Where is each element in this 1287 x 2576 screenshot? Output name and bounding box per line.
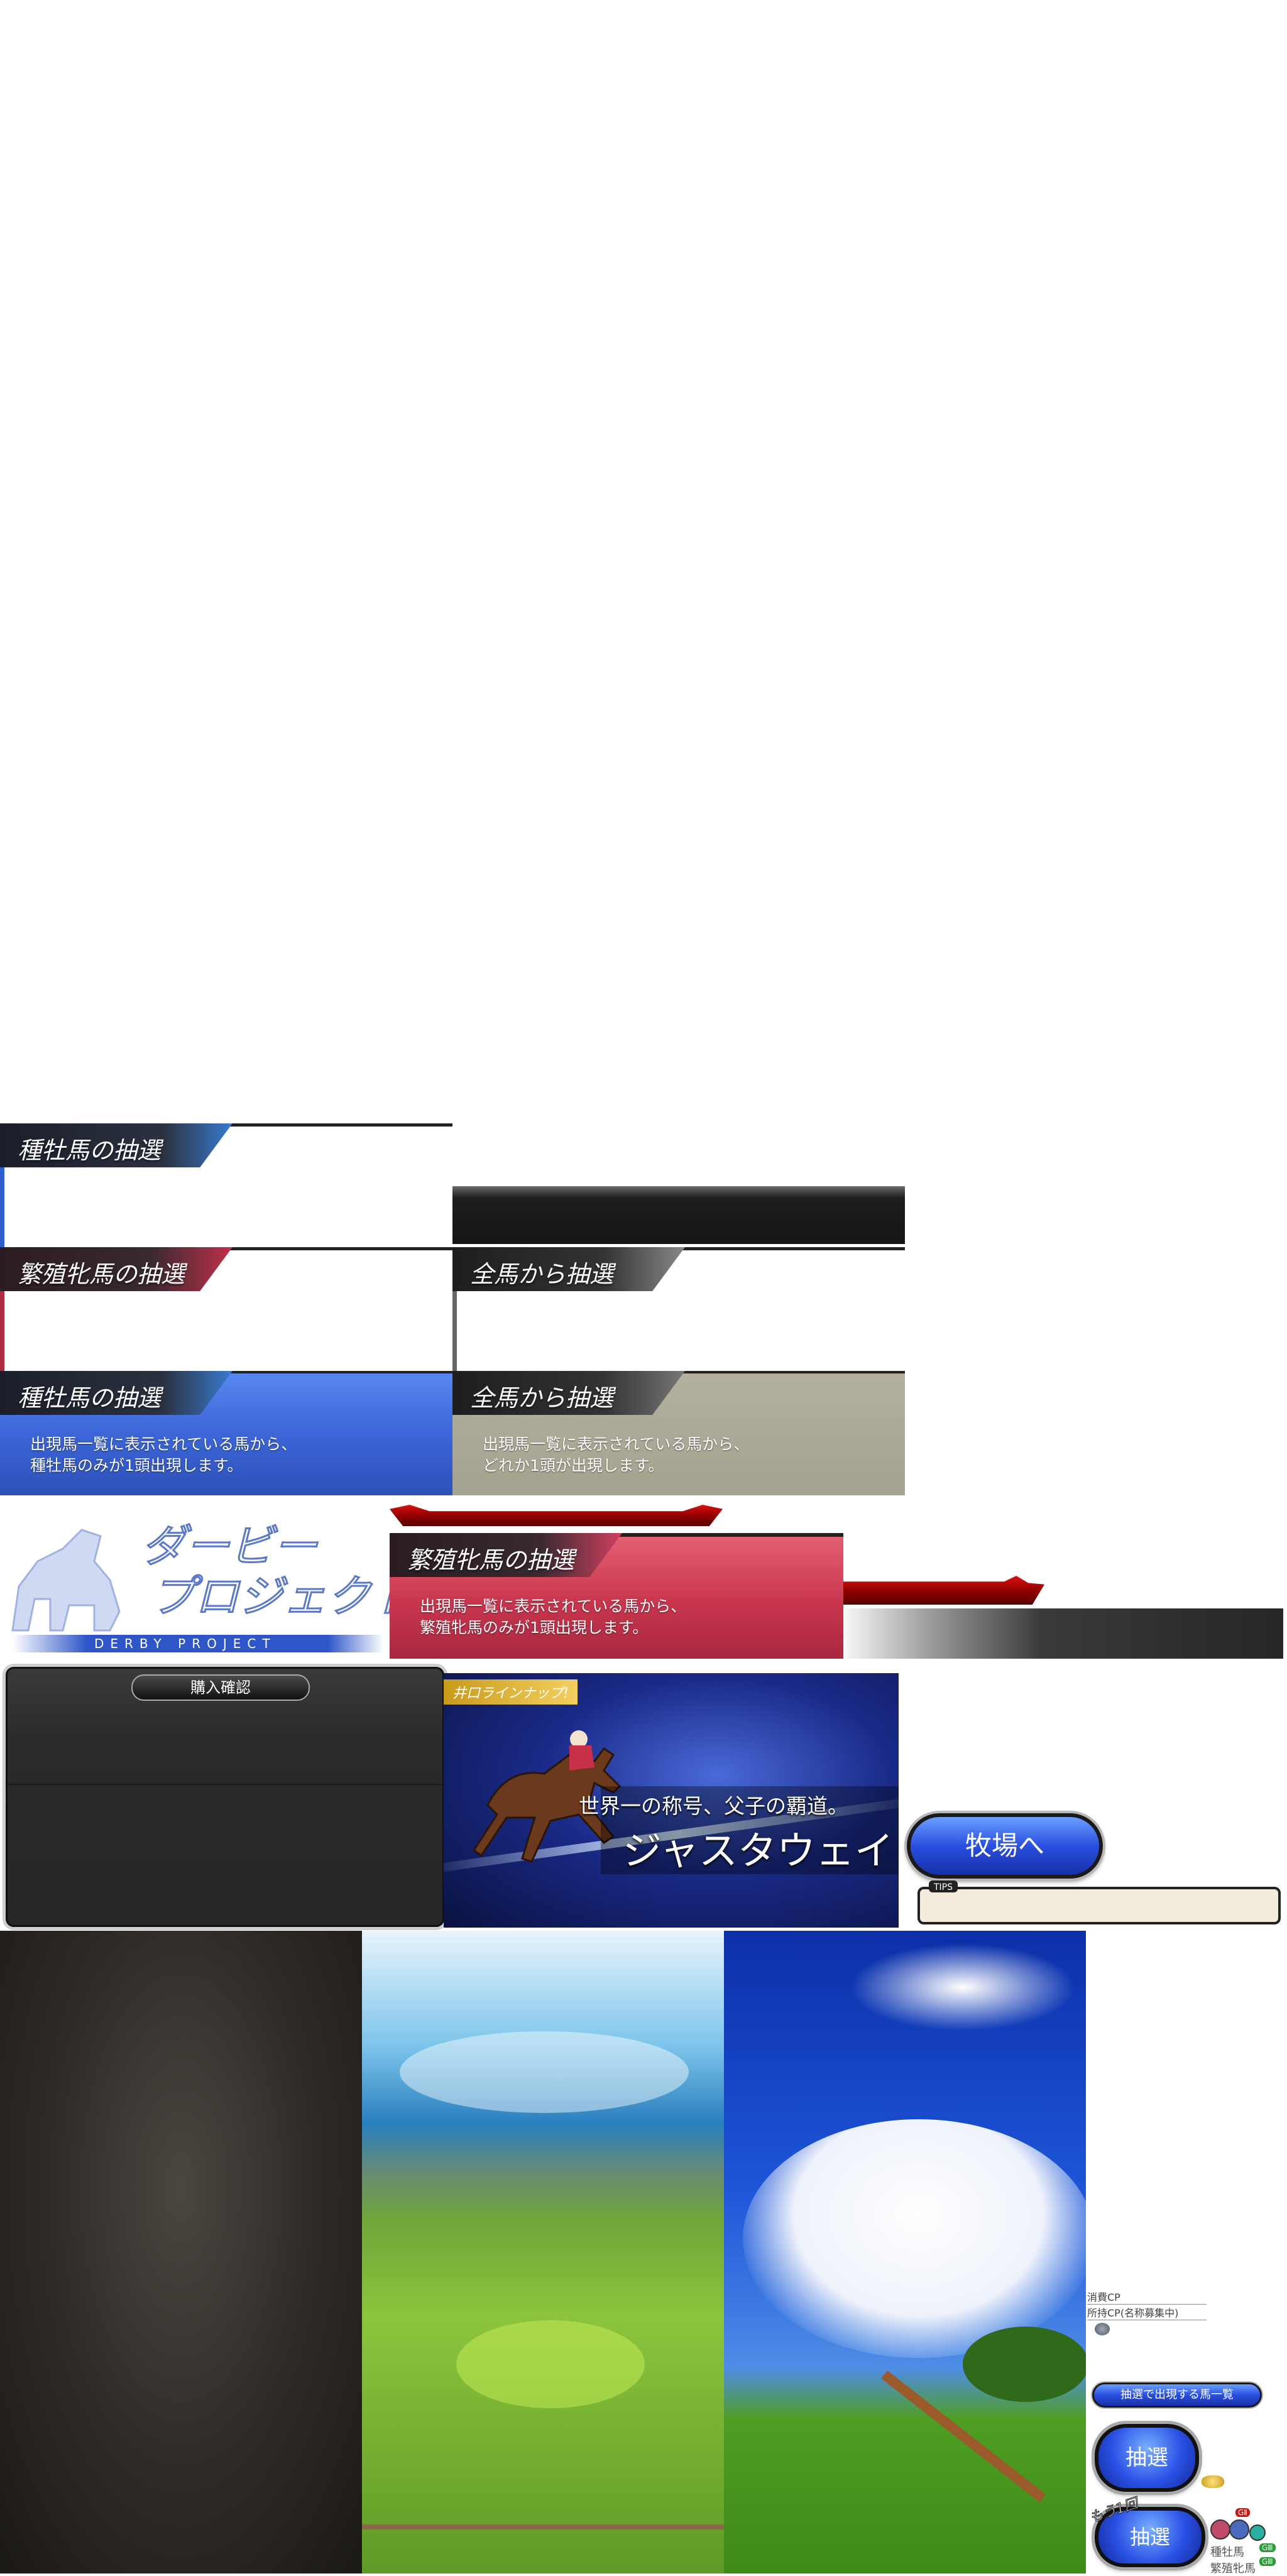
red-ribbon-right — [843, 1576, 1044, 1605]
lottery-button-label: 抽選 — [1125, 2445, 1168, 2470]
top-border — [226, 1123, 452, 1127]
mare-lottery-panel[interactable]: 繁殖牝馬の抽選 出現馬一覧に表示されている馬から、 繁殖牝馬のみが1頭出現します… — [390, 1533, 843, 1659]
cp-coin-icon — [1095, 2323, 1110, 2335]
panel-title: 繁殖牝馬の抽選 — [18, 1260, 185, 1288]
tips-label-tab: TIPS — [929, 1880, 958, 1892]
desc-line: 出現馬一覧に表示されている馬から、 — [30, 1435, 297, 1453]
horse-list-button[interactable]: 抽選で出現する馬一覧 — [1092, 2382, 1262, 2408]
panel-title: 繁殖牝馬の抽選 — [407, 1546, 575, 1574]
avatar-icon — [1249, 2524, 1266, 2541]
grade-badge: GⅢ — [1259, 2543, 1276, 2552]
ranch-button-label: 牧場へ — [965, 1830, 1044, 1861]
desc-line: 繁殖牝馬のみが1頭出現します。 — [420, 1618, 649, 1637]
logo-subtitle-bar: DERBY PROJECT — [13, 1635, 383, 1652]
avatar-icon — [1229, 2519, 1249, 2540]
dialog-title: 購入確認 — [190, 1679, 251, 1696]
gradient-bar — [843, 1608, 1283, 1659]
purchase-confirm-dialog: 購入確認 — [3, 1664, 447, 1930]
dark-leather-background — [0, 1931, 362, 2573]
grade-badge: GⅡ — [1235, 2508, 1251, 2517]
dark-bar — [452, 1186, 905, 1244]
logo-subtitle: DERBY PROJECT — [94, 1636, 277, 1651]
tips-label: TIPS — [934, 1882, 953, 1892]
tree-cluster — [963, 2327, 1086, 2402]
panel-title: 全馬から抽選 — [470, 1384, 614, 1412]
blue-sky-pasture-background — [724, 1931, 1086, 2573]
horse-banner[interactable]: 井口ラインナップ! 世界一の称号、父子の覇道。 ジャスタウェイ — [444, 1673, 899, 1928]
desc-line: 出現馬一覧に表示されている馬から、 — [483, 1435, 750, 1453]
gold-coins-icon — [1202, 2475, 1224, 2488]
lottery-again-button-label: 抽選 — [1129, 2525, 1170, 2549]
consumed-cp-label: 消費CP — [1087, 2289, 1207, 2305]
grassland-background — [362, 1931, 724, 2573]
lottery-button[interactable]: 抽選 — [1095, 2424, 1199, 2492]
banner-tag-text: 井口ラインナップ! — [452, 1686, 569, 1701]
horse-avatar-icons: GⅡ — [1210, 2508, 1286, 2545]
panel-description: 出現馬一覧に表示されている馬から、 どれか1頭が出現します。 — [483, 1434, 749, 1476]
desc-line: 種牡馬のみが1頭出現します。 — [30, 1456, 243, 1475]
fence — [362, 2524, 724, 2530]
small-labels: 種牡馬 繁殖牝馬 GⅢ GⅢ — [1210, 2543, 1286, 2576]
mare-lottery-header-empty: 繁殖牝馬の抽選 — [0, 1247, 452, 1373]
ranch-button[interactable]: 牧場へ — [907, 1813, 1103, 1879]
panel-description: 出現馬一覧に表示されている馬から、 種牡馬のみが1頭出現します。 — [30, 1434, 297, 1476]
panel-title: 種牡馬の抽選 — [18, 1384, 162, 1412]
hill-highlight — [456, 2320, 645, 2408]
panel-title: 種牡馬の抽選 — [18, 1137, 162, 1164]
dialog-title-plate: 購入確認 — [131, 1674, 310, 1701]
all-lottery-header-empty: 全馬から抽選 — [452, 1247, 905, 1373]
sire-lottery-header-empty: 種牡馬の抽選 — [0, 1123, 452, 1249]
top-border — [679, 1247, 905, 1250]
derby-project-logo: ダービー プロジェクト DERBY PROJECT — [0, 1498, 416, 1656]
top-border — [226, 1247, 452, 1250]
desc-line: 出現馬一覧に表示されている馬から、 — [420, 1597, 687, 1615]
panel-title: 全馬から抽選 — [470, 1260, 614, 1288]
sire-lottery-panel[interactable]: 種牡馬の抽選 出現馬一覧に表示されている馬から、 種牡馬のみが1頭出現します。 — [0, 1371, 452, 1495]
all-lottery-panel[interactable]: 全馬から抽選 出現馬一覧に表示されている馬から、 どれか1頭が出現します。 — [452, 1371, 905, 1495]
banner-tagline: 世界一の称号、父子の覇道。 — [579, 1794, 848, 1818]
owned-cp-label: 所持CP(名称募集中) — [1087, 2305, 1207, 2320]
banner-tag: 井口ラインナップ! — [444, 1679, 578, 1705]
desc-line: どれか1頭が出現します。 — [483, 1456, 664, 1475]
banner-horse-name: ジャスタウェイ — [623, 1828, 894, 1874]
red-ribbon-left — [390, 1505, 723, 1526]
tips-box: TIPS — [917, 1880, 1281, 1924]
horse-list-button-label: 抽選で出現する馬一覧 — [1120, 2388, 1234, 2401]
avatar-icon — [1210, 2519, 1230, 2540]
cloud-large — [743, 2119, 1086, 2358]
sky-cloud — [400, 2031, 689, 2113]
panel-description: 出現馬一覧に表示されている馬から、 繁殖牝馬のみが1頭出現します。 — [420, 1596, 686, 1639]
grade-badge: GⅢ — [1259, 2557, 1276, 2566]
horse-silhouette-icon — [11, 1529, 121, 1632]
cp-info: 消費CP 所持CP(名称募集中) — [1087, 2289, 1207, 2335]
logo-title-line2: プロジェクト — [150, 1570, 416, 1624]
dialog-divider — [8, 1784, 442, 1785]
cloud-small — [850, 1943, 1076, 2031]
